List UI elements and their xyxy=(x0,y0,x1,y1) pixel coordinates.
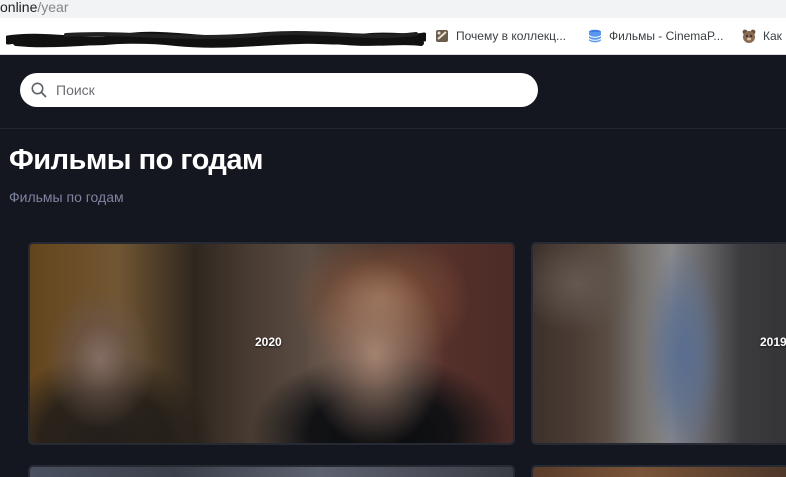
search-bar[interactable] xyxy=(20,73,538,107)
bear-favicon-icon xyxy=(742,29,756,43)
bookmark-item-3[interactable]: Как xyxy=(741,27,782,45)
year-card[interactable] xyxy=(28,465,515,477)
bookmark-item-1[interactable]: Почему в коллекц... xyxy=(434,27,566,45)
card-year-label: 2020 xyxy=(255,335,282,349)
bookmark-favicon-icon xyxy=(436,30,448,42)
site-header xyxy=(0,56,786,129)
year-card[interactable] xyxy=(531,465,786,477)
bookmark-label: Почему в коллекц... xyxy=(456,29,566,43)
url-host: online xyxy=(0,0,38,15)
browser-address-bar[interactable]: online/year xyxy=(0,0,786,18)
search-icon xyxy=(31,82,47,98)
page-title: Фильмы по годам xyxy=(9,144,263,176)
card-overlay xyxy=(533,244,786,443)
card-background-image xyxy=(30,467,513,477)
year-card-2020[interactable]: 2020 xyxy=(28,242,515,445)
year-card-2019[interactable]: 2019 xyxy=(531,242,786,445)
bookmarks-bar: Почему в коллекц... Фильмы - CinemaP... … xyxy=(0,18,786,55)
address-url[interactable]: online/year xyxy=(0,0,69,15)
card-year-label: 2019 xyxy=(760,335,786,349)
search-input[interactable] xyxy=(56,82,516,98)
bookmark-item-2[interactable]: Фильмы - CinemaP... xyxy=(587,27,723,45)
bookmark-label: Фильмы - CinemaP... xyxy=(609,29,724,43)
database-favicon-icon xyxy=(588,29,602,43)
breadcrumb[interactable]: Фильмы по годам xyxy=(9,189,124,205)
url-path: /year xyxy=(37,0,69,15)
card-background-image xyxy=(533,467,786,477)
redacted-scribble xyxy=(6,31,426,48)
bookmark-label: Как xyxy=(763,29,782,43)
